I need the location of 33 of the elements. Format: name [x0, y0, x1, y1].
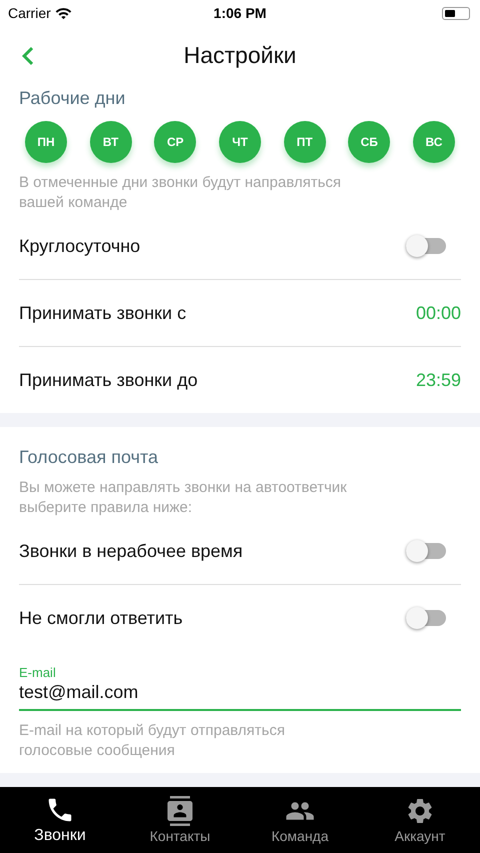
screen-title: Настройки: [184, 42, 296, 68]
day-toggle[interactable]: СБ: [348, 121, 390, 163]
tab-item[interactable]: Аккаунт: [360, 787, 480, 853]
setting-label: Не смогли ответить: [19, 608, 183, 628]
setting-label: Принимать звонки с: [19, 302, 186, 324]
toggle-switch[interactable]: [406, 610, 446, 626]
setting-label: Звонки в нерабочее время: [19, 540, 243, 562]
time-value[interactable]: 00:00: [416, 302, 461, 324]
carrier-label: Carrier: [8, 5, 51, 21]
toggle-switch[interactable]: [406, 543, 446, 559]
section-title: Рабочие дни: [19, 87, 126, 109]
day-toggle[interactable]: ПТ: [284, 121, 326, 163]
field-label: E-mail: [19, 665, 57, 680]
clock-time: 1:06 PM: [214, 5, 266, 21]
section-title: Голосовая почта: [19, 446, 159, 468]
battery-icon: [442, 6, 470, 20]
tab-item[interactable]: Команда: [240, 787, 360, 853]
tab-item[interactable]: Звонки: [0, 787, 120, 853]
toggle-switch[interactable]: [406, 238, 446, 254]
hint-text: В отмеченные дни звонки будут направляться вашей команде: [19, 173, 342, 213]
email-field[interactable]: test@mail.com: [19, 680, 461, 711]
setting-label: Круглосуточно: [19, 236, 140, 256]
hint-text: E-mail на который будут отправляться голосовые сообщения: [19, 721, 286, 761]
contact-book-icon: [165, 796, 195, 826]
day-toggle[interactable]: ВТ: [90, 121, 132, 163]
day-toggle[interactable]: ПН: [25, 121, 67, 163]
setting-label: Принимать звонки до: [19, 370, 198, 390]
day-toggle[interactable]: ВС: [412, 121, 455, 163]
tab-item[interactable]: Контакты: [120, 787, 240, 853]
day-toggle[interactable]: СР: [154, 121, 196, 163]
day-toggle[interactable]: ЧТ: [218, 121, 261, 163]
hint-text: Вы можете направлять звонки на автоответчик выберите правила ниже:: [19, 478, 348, 518]
time-value[interactable]: 23:59: [416, 370, 461, 390]
